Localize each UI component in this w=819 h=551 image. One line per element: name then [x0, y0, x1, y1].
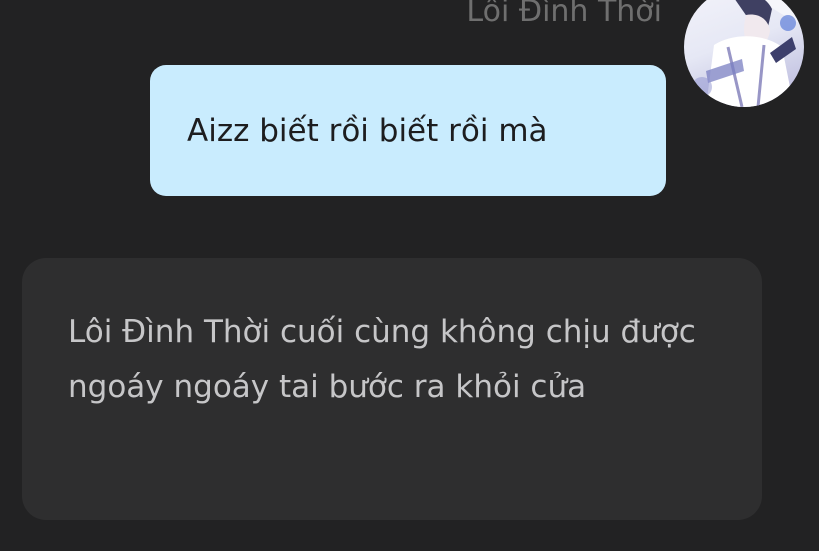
outgoing-message-bubble[interactable]: Aizz biết rồi biết rồi mà [150, 65, 666, 196]
avatar-portrait-icon [692, 0, 804, 107]
sender-avatar[interactable] [684, 0, 804, 107]
outgoing-message-text: Aizz biết rồi biết rồi mà [187, 112, 548, 149]
narration-message-bubble[interactable]: Lôi Đình Thời cuối cùng không chịu được … [22, 258, 762, 520]
sender-name: Lôi Đình Thời [466, 0, 662, 29]
narration-message-text: Lôi Đình Thời cuối cùng không chịu được … [68, 314, 696, 405]
